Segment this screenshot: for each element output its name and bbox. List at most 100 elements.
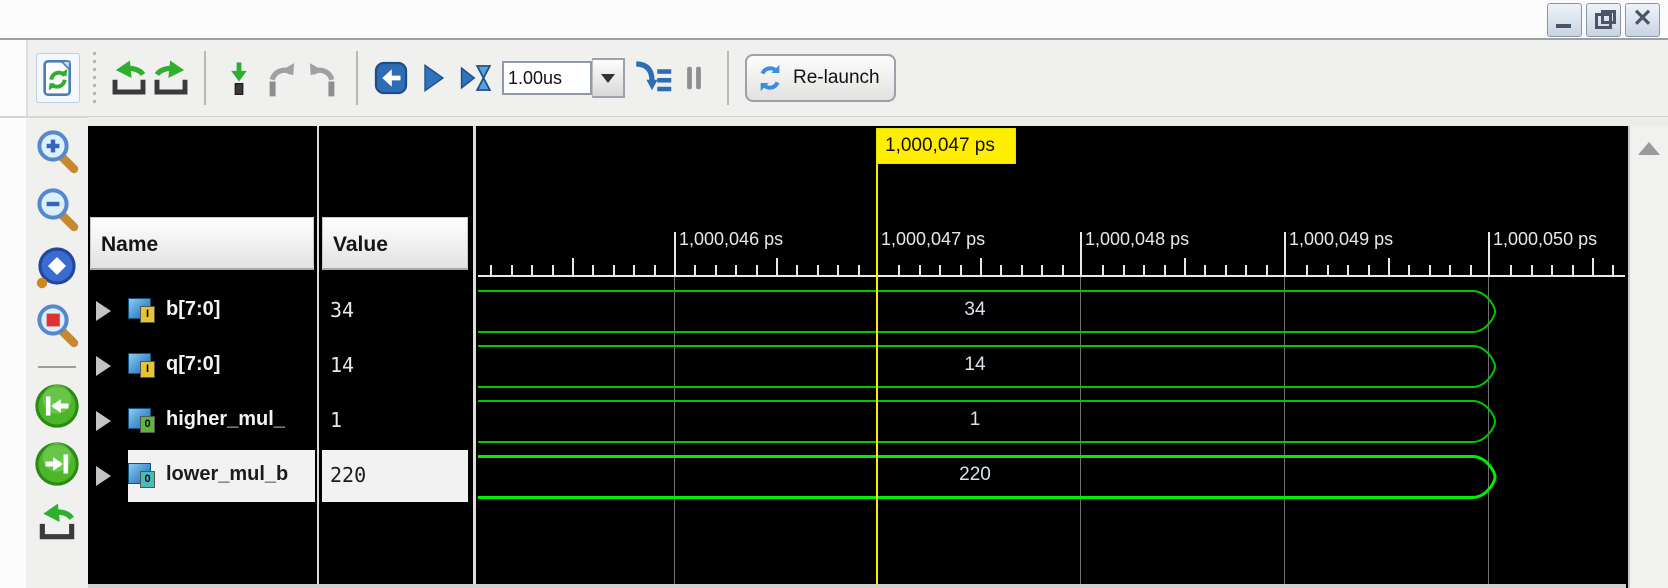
minimize-button[interactable] [1547,3,1582,37]
bus-end-cap [1473,399,1497,449]
signal-direction-badge: 0 [140,415,155,433]
signal-name[interactable]: q[7:0] [166,353,314,376]
timeline-minor-tick [714,265,717,277]
timeline-minor-tick [694,265,697,277]
timeline-minor-tick [1061,265,1064,277]
signal-name[interactable]: b[7:0] [166,298,314,321]
timeline-minor-tick [1428,265,1431,277]
timeline-minor-tick [490,265,493,277]
value-header-label: Value [333,233,388,256]
timeline-minor-tick [1367,265,1370,277]
name-value-divider[interactable] [317,126,319,584]
restore-button[interactable] [1586,3,1621,37]
zoom-fit-icon[interactable] [32,242,82,294]
restore-icon [1595,13,1612,29]
timeline-minor-tick [531,265,534,277]
value-column-header[interactable]: Value [322,217,468,270]
goto-start-icon[interactable] [32,496,82,548]
timeline-minor-tick [857,265,860,277]
zoom-in-icon[interactable] [32,126,82,178]
value-wave-divider[interactable] [473,126,476,584]
timeline-minor-tick [1530,265,1533,277]
bus-top-line [478,400,1474,402]
signal-value: 220 [330,462,367,487]
step-icon[interactable] [631,54,673,102]
bus-signal-icon: I [128,297,155,323]
zoom-area-icon[interactable] [32,300,82,352]
timeline-minor-tick [1571,265,1574,277]
run-all-icon[interactable] [412,54,454,102]
timeline-minor-tick [1592,258,1594,277]
bus-bottom-line [478,386,1474,388]
signal-direction-badge: I [140,305,155,323]
timeline-minor-tick [735,265,738,277]
sidebar-separator [38,366,76,368]
expand-arrow-icon[interactable] [96,300,111,321]
timeline-minor-tick [551,265,554,277]
restart-icon[interactable] [370,54,412,102]
timeline-tick-label: 1,000,046 ps [679,229,784,249]
scroll-up-icon[interactable] [1638,142,1660,155]
toolbar-separator [356,51,358,105]
run-time-input[interactable] [502,61,592,95]
vertical-scrollbar[interactable] [1628,126,1668,588]
back-icon[interactable] [108,54,150,102]
window-controls: ✕ [1547,3,1660,37]
run-time-dropdown-button[interactable] [592,58,625,98]
expand-arrow-icon[interactable] [96,355,111,376]
bus-end-cap [1473,454,1497,505]
goto-time-icon[interactable] [218,54,260,102]
zoom-out-icon[interactable] [32,184,82,236]
timeline-minor-tick [1102,265,1105,277]
timeline-minor-tick [837,265,840,277]
bus-value-label: 220 [959,464,991,485]
relaunch-button[interactable]: Re-launch [745,54,896,102]
timeline-minor-tick [592,265,595,277]
timeline-minor-tick [1347,265,1350,277]
timeline-minor-tick [612,265,615,277]
forward-icon[interactable] [150,54,192,102]
bus-signal-icon: 0 [128,407,155,433]
next-transition-icon[interactable] [32,438,82,490]
timeline-minor-tick [776,258,778,277]
toolbar-drag-handle[interactable] [90,52,100,104]
expand-arrow-icon[interactable] [96,465,111,486]
run-for-icon[interactable] [454,54,496,102]
cursor-time-label[interactable]: 1,000,047 ps [876,128,1016,164]
timeline-tick-label: 1,000,050 ps [1493,229,1598,249]
bus-top-line [478,290,1474,292]
redo-icon[interactable] [302,54,344,102]
prev-transition-icon[interactable] [32,380,82,432]
timeline-minor-tick [755,265,758,277]
signal-name[interactable]: higher_mul_ [166,408,314,431]
wave-window-bottom-edge [88,584,1626,588]
close-button[interactable]: ✕ [1625,3,1660,37]
bus-top-line [478,345,1474,347]
timeline-minor-tick [1041,265,1044,277]
break-icon[interactable] [673,54,715,102]
expand-arrow-icon[interactable] [96,410,111,431]
bus-signal-icon: I [128,352,155,378]
time-cursor-line[interactable] [876,164,878,584]
timeline-minor-tick [1265,265,1268,277]
undo-icon[interactable] [260,54,302,102]
bus-signal-icon: 0 [128,462,155,488]
timeline-minor-tick [1143,265,1146,277]
timeline-minor-tick [939,265,942,277]
bus-bottom-line [478,331,1474,333]
bus-bottom-line [478,496,1474,499]
timeline-minor-tick [1326,265,1329,277]
timeline-major-tick [1488,232,1490,277]
timeline-tick-label: 1,000,049 ps [1289,229,1394,249]
timeline-major-tick [1284,232,1286,277]
timeline-minor-tick [1020,265,1023,277]
timeline-minor-tick [653,265,656,277]
timeline-minor-tick [1000,265,1003,277]
refresh-icon[interactable] [36,53,80,103]
name-column-header[interactable]: Name [90,217,314,270]
timeline-minor-tick [1469,265,1472,277]
timeline-minor-tick [572,258,574,277]
signal-name[interactable]: lower_mul_b [166,463,314,486]
timeline-gridline [1284,277,1285,584]
timeline-minor-tick [918,265,921,277]
